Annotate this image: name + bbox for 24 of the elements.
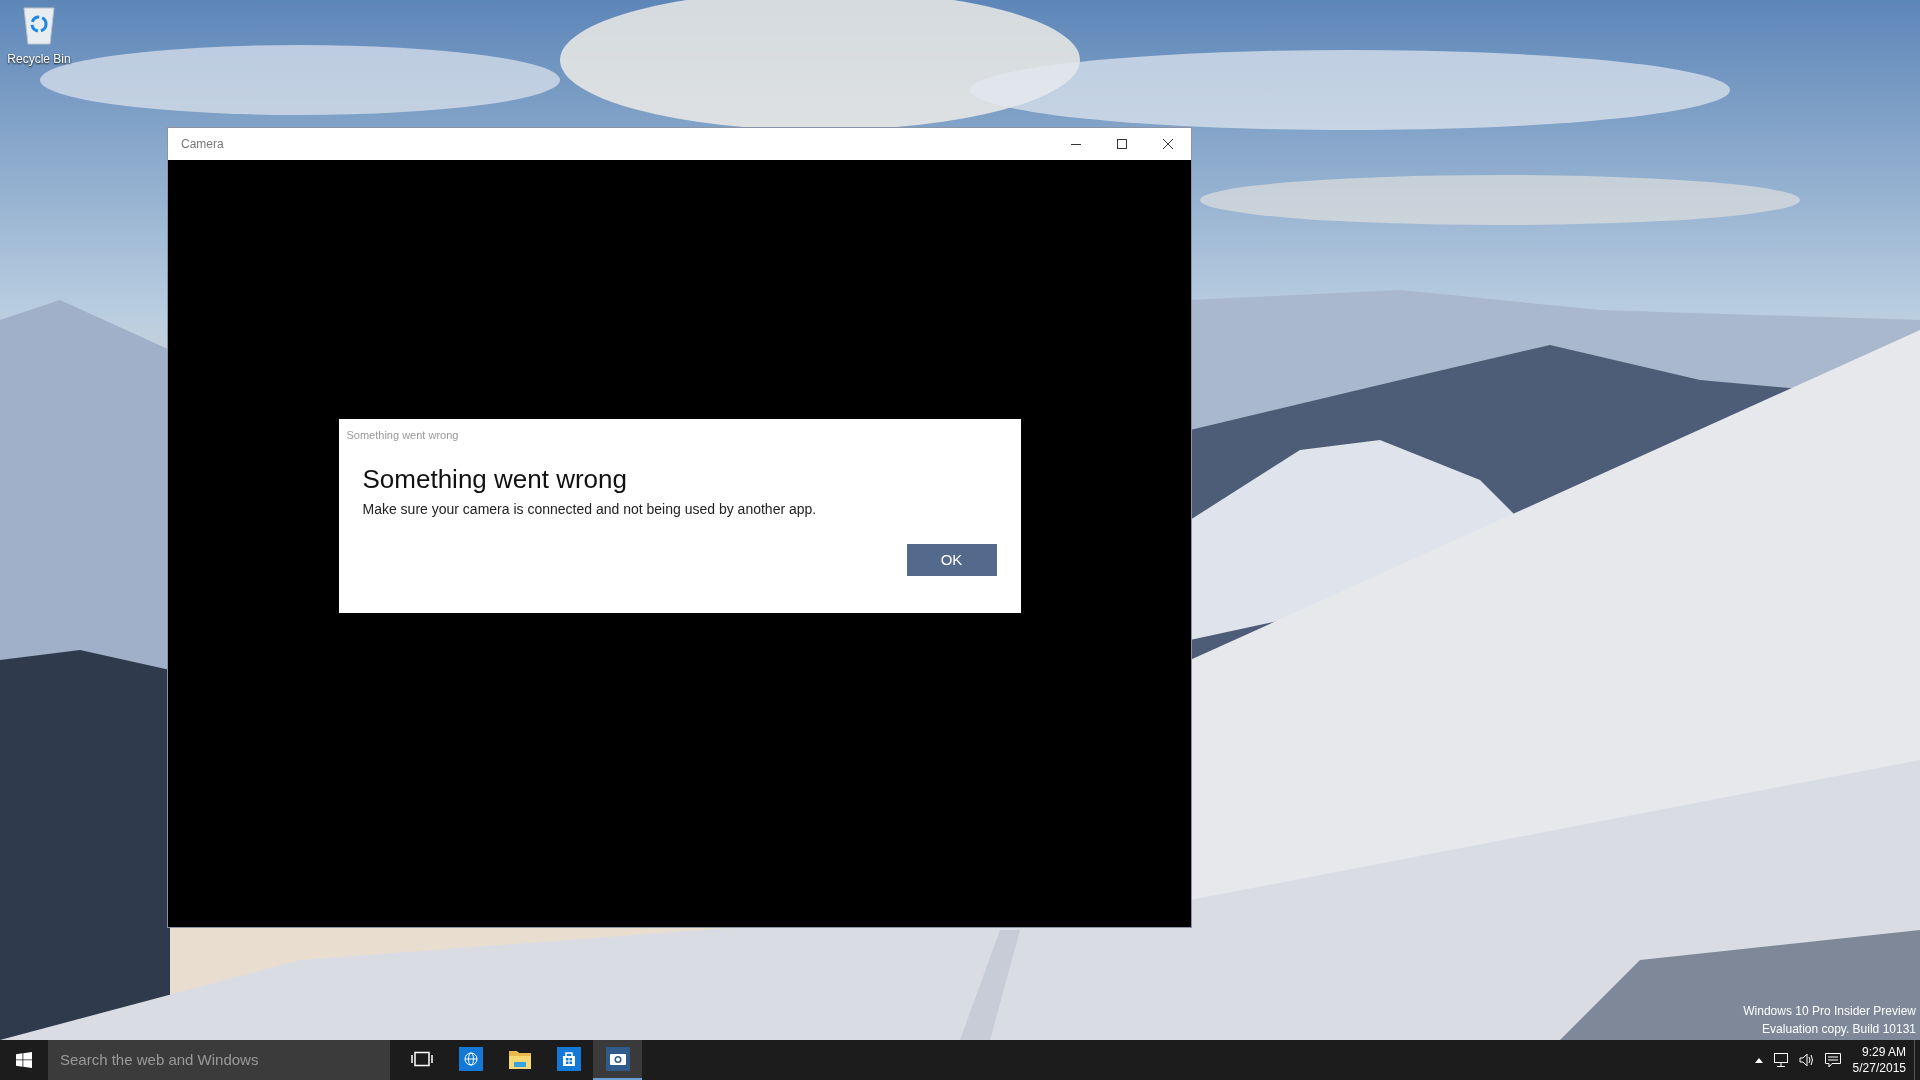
windows-logo-icon [16,1052,32,1068]
window-title: Camera [181,136,225,153]
dialog-caption: Something went wrong [346,427,460,443]
maximize-icon [1117,139,1127,149]
close-icon [1163,139,1173,149]
search-field[interactable]: Search the web and Windows [48,1040,390,1080]
ok-button[interactable]: OK [906,544,997,576]
icon-label[interactable]: Recycle Bin [7,50,71,68]
watermark-text: Evaluation copy. Build 10131 [1762,1021,1916,1038]
taskbar-app-button[interactable] [593,1040,642,1080]
recycle-bin-icon[interactable] [22,4,56,46]
network-icon[interactable] [1772,1053,1789,1067]
dialog-message: Make sure your camera is connected and not being used by another app. [362,500,818,519]
shopping-bag-icon [556,1047,581,1071]
chevron-up-icon[interactable] [1754,1057,1763,1063]
notification-icon[interactable] [1824,1052,1841,1068]
globe-icon [458,1047,483,1071]
camera-icon [605,1047,630,1071]
dialog-heading: Something went wrong [362,463,628,495]
clock[interactable]: 9:29 AM 5/27/2015 [1848,1040,1914,1080]
volume-icon[interactable] [1798,1053,1815,1067]
folder-icon [507,1048,532,1070]
task-view-icon [410,1051,433,1067]
watermark-text: Windows 10 Pro Insider Preview [1743,1003,1916,1020]
